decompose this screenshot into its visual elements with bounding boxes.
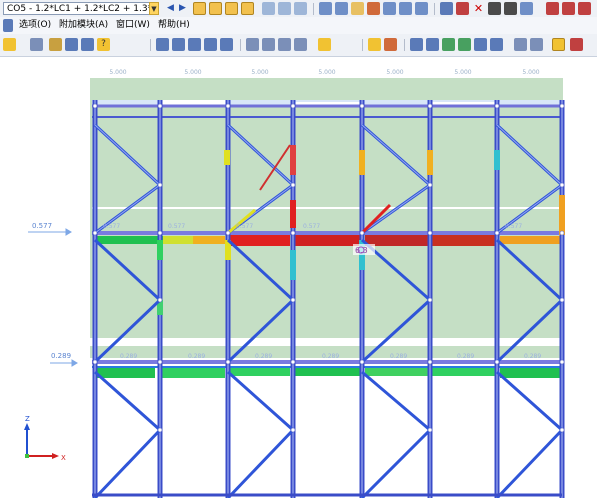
beam-load-lower-6: 0.289 <box>457 353 474 360</box>
beam-load-upper-2: 0.577 <box>168 223 185 230</box>
axis-x-label: X <box>61 454 66 462</box>
beam-load-upper-1: 0.577 <box>103 223 120 230</box>
deformation-icon[interactable] <box>209 2 222 15</box>
transform-icon[interactable] <box>440 2 453 15</box>
dimension-icon[interactable] <box>30 38 43 51</box>
table-edit-icon[interactable] <box>504 2 517 15</box>
color-scale-icon[interactable] <box>318 38 331 51</box>
span-label-3: 5.000 <box>251 69 268 76</box>
coordinate-axes: Z X <box>24 415 66 462</box>
rotate-icon[interactable] <box>456 2 469 15</box>
menu-help[interactable]: 帮助(H) <box>158 18 190 33</box>
main-toolbar: CO5 - 1.2*LC1 + 1.2*LC2 + 1.3*LC4 ▼ ◀ ▶ … <box>0 0 597 18</box>
beam-load-lower-5: 0.289 <box>390 353 407 360</box>
beam-load-lower-1: 0.289 <box>120 353 137 360</box>
span-label-4: 5.000 <box>318 69 335 76</box>
span-label-7: 5.000 <box>522 69 539 76</box>
load-case-icon[interactable] <box>81 38 94 51</box>
span-label-2: 5.000 <box>184 69 201 76</box>
beam-load-lower-4: 0.289 <box>322 353 339 360</box>
opening-icon[interactable] <box>474 38 487 51</box>
zoom-window-icon[interactable] <box>172 38 185 51</box>
span-label-1: 5.000 <box>109 69 126 76</box>
menu-window[interactable]: 窗口(W) <box>116 18 150 33</box>
link-icon[interactable] <box>384 38 397 51</box>
active-tool-icon[interactable] <box>552 38 565 51</box>
report-icon[interactable] <box>562 2 575 15</box>
render-icon[interactable] <box>294 38 307 51</box>
axis-z-label: Z <box>25 415 30 423</box>
support-reactions-icon[interactable] <box>241 2 254 15</box>
beam-load-upper-3: 0.577 <box>236 223 253 230</box>
new-icon[interactable] <box>3 38 16 51</box>
hinges-icon[interactable] <box>383 2 396 15</box>
span-label-5: 5.000 <box>386 69 403 76</box>
next-icon[interactable]: ▶ <box>176 2 189 15</box>
span-label-6: 5.000 <box>454 69 471 76</box>
load-label-upper: 0.577 <box>32 222 52 230</box>
rulers-icon[interactable] <box>415 2 428 15</box>
view-iso-icon[interactable] <box>188 38 201 51</box>
table-view-icon[interactable] <box>530 38 543 51</box>
print-icon[interactable] <box>578 2 591 15</box>
menu-addons[interactable]: 附加模块(A) <box>59 18 108 33</box>
solid-icon[interactable] <box>458 38 471 51</box>
mesh-icon[interactable] <box>490 38 503 51</box>
table-icon[interactable] <box>278 2 291 15</box>
select-icon[interactable] <box>246 38 259 51</box>
zoom-icon[interactable] <box>156 38 169 51</box>
visibility-icon[interactable] <box>278 38 291 51</box>
help-icon[interactable]: ? <box>97 38 110 51</box>
view-front-icon[interactable] <box>204 38 217 51</box>
section-icon[interactable] <box>49 38 62 51</box>
members-icon[interactable] <box>319 2 332 15</box>
beam-load-lower-3: 0.289 <box>255 353 272 360</box>
sections-icon[interactable] <box>399 2 412 15</box>
surface-icon[interactable] <box>442 38 455 51</box>
grid-icon[interactable] <box>294 2 307 15</box>
pen-icon[interactable] <box>570 38 583 51</box>
lock-icon[interactable] <box>368 38 381 51</box>
moment-icon[interactable] <box>225 2 238 15</box>
secondary-toolbar: ? <box>0 34 597 57</box>
app-menu-icon[interactable] <box>3 19 13 32</box>
load-combination-select[interactable]: CO5 - 1.2*LC1 + 1.2*LC2 + 1.3*LC4 <box>3 2 158 15</box>
arc-icon[interactable] <box>426 38 439 51</box>
measure-icon[interactable] <box>514 38 527 51</box>
beam-load-upper-5: 0.577 <box>505 223 522 230</box>
delete-icon[interactable]: ✕ <box>472 2 485 15</box>
supports-icon[interactable] <box>351 2 364 15</box>
beam-load-lower-7: 0.289 <box>524 353 541 360</box>
results-icon[interactable] <box>193 2 206 15</box>
line-icon[interactable] <box>410 38 423 51</box>
view-side-icon[interactable] <box>220 38 233 51</box>
chevron-down-icon[interactable]: ▼ <box>149 2 159 15</box>
loads-icon[interactable] <box>367 2 380 15</box>
nodes-icon[interactable] <box>335 2 348 15</box>
beam-load-upper-4: 0.577 <box>303 223 320 230</box>
load-label-lower: 0.289 <box>51 352 71 360</box>
export-icon[interactable] <box>546 2 559 15</box>
view-icon[interactable] <box>262 2 275 15</box>
menu-bar: 选项(O) 附加模块(A) 窗口(W) 帮助(H) <box>0 17 597 35</box>
menu-options[interactable]: 选项(O) <box>19 18 51 33</box>
shield-icon[interactable] <box>520 2 533 15</box>
beam-load-lower-2: 0.289 <box>188 353 205 360</box>
graphics-viewport[interactable]: 5.000 5.000 5.000 5.000 5.000 5.000 5.00… <box>0 56 597 500</box>
model-icon[interactable] <box>65 38 78 51</box>
filter-icon[interactable] <box>262 38 275 51</box>
settings-icon[interactable] <box>488 2 501 15</box>
